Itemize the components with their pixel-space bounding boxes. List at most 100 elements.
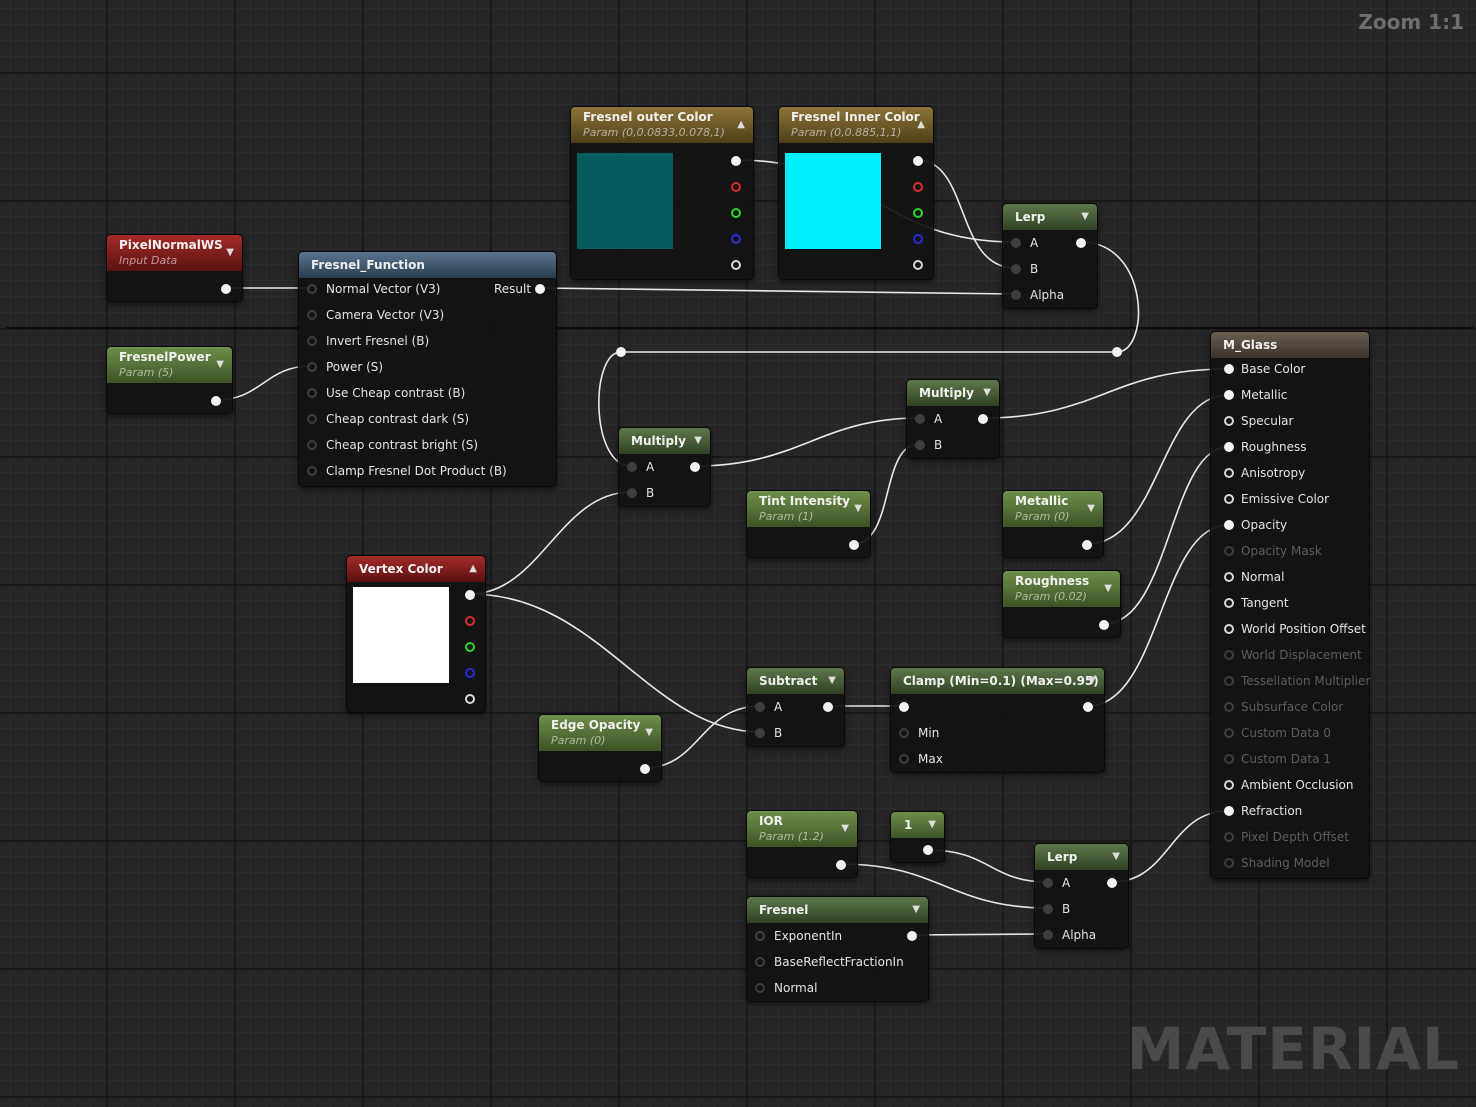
node-header[interactable]: Lerp ▼ — [1035, 844, 1128, 870]
output-pin-b[interactable] — [465, 668, 475, 678]
output-pin[interactable] — [535, 284, 545, 294]
output-pin-g[interactable] — [913, 208, 923, 218]
collapse-chevron-icon[interactable]: ▼ — [854, 504, 862, 514]
input-pin[interactable] — [307, 414, 317, 424]
input-pin[interactable] — [1224, 572, 1234, 582]
input-pin[interactable] — [755, 957, 765, 967]
node-header[interactable]: Fresnel Inner Color Param (0,0.885,1,1) … — [779, 107, 933, 143]
output-pin[interactable] — [640, 764, 650, 774]
node-header[interactable]: PixelNormalWS Input Data ▼ — [107, 235, 242, 271]
node-multiply-left[interactable]: Multiply ▼ A B — [618, 427, 711, 507]
output-pin-a[interactable] — [913, 260, 923, 270]
input-pin[interactable] — [1043, 878, 1053, 888]
node-header[interactable]: FresnelPower Param (5) ▼ — [107, 347, 232, 383]
node-edge-opacity[interactable]: Edge Opacity Param (0) ▼ — [538, 714, 662, 782]
input-pin[interactable] — [307, 310, 317, 320]
node-roughness[interactable]: Roughness Param (0.02) ▼ — [1002, 570, 1121, 638]
node-multiply-right[interactable]: Multiply ▼ A B — [906, 379, 1000, 459]
output-pin[interactable] — [1082, 540, 1092, 550]
node-header[interactable]: Lerp ▼ — [1003, 204, 1097, 230]
input-pin[interactable] — [307, 362, 317, 372]
collapse-chevron-icon[interactable]: ▼ — [912, 905, 920, 915]
node-header[interactable]: Fresnel_Function — [299, 252, 556, 278]
node-header[interactable]: Multiply ▼ — [907, 380, 999, 406]
input-pin[interactable] — [899, 754, 909, 764]
node-header[interactable]: Multiply ▼ — [619, 428, 710, 454]
input-pin[interactable] — [755, 702, 765, 712]
node-header[interactable]: Tint Intensity Param (1) ▼ — [747, 491, 870, 527]
input-pin[interactable] — [1224, 520, 1234, 530]
node-ior[interactable]: IOR Param (1.2) ▼ — [746, 810, 858, 878]
input-pin[interactable] — [1224, 780, 1234, 790]
input-pin[interactable] — [307, 440, 317, 450]
collapse-chevron-icon[interactable]: ▼ — [1104, 584, 1112, 594]
color-swatch[interactable] — [785, 153, 881, 249]
node-header[interactable]: Fresnel outer Color Param (0,0.0833,0.07… — [571, 107, 753, 143]
input-pin[interactable] — [1043, 904, 1053, 914]
node-header[interactable]: Fresnel ▼ — [747, 897, 928, 923]
node-clamp[interactable]: Clamp (Min=0.1) (Max=0.95) ▼ Min Max — [890, 667, 1105, 773]
input-pin[interactable] — [1224, 468, 1234, 478]
node-header[interactable]: Vertex Color ▲ — [347, 556, 485, 582]
input-pin[interactable] — [1011, 290, 1021, 300]
input-pin[interactable] — [1224, 416, 1234, 426]
collapse-chevron-icon[interactable]: ▼ — [694, 436, 702, 446]
input-pin[interactable] — [1224, 806, 1234, 816]
output-pin[interactable] — [907, 931, 917, 941]
collapse-chevron-icon[interactable]: ▼ — [841, 824, 849, 834]
input-pin[interactable] — [755, 728, 765, 738]
node-header[interactable]: IOR Param (1.2) ▼ — [747, 811, 857, 847]
input-pin[interactable] — [1011, 238, 1021, 248]
input-pin[interactable] — [307, 284, 317, 294]
input-pin[interactable] — [627, 488, 637, 498]
output-pin[interactable] — [823, 702, 833, 712]
collapse-chevron-icon[interactable]: ▼ — [1112, 852, 1120, 862]
node-fresnel-function[interactable]: Fresnel_Function Normal Vector (V3) Came… — [298, 251, 557, 487]
input-pin[interactable] — [307, 336, 317, 346]
expand-chevron-icon[interactable]: ▲ — [469, 564, 477, 574]
collapse-chevron-icon[interactable]: ▼ — [1088, 676, 1096, 686]
output-pin-rgb[interactable] — [913, 156, 923, 166]
input-pin[interactable] — [1224, 442, 1234, 452]
node-header[interactable]: Clamp (Min=0.1) (Max=0.95) ▼ — [891, 668, 1104, 694]
input-pin[interactable] — [307, 466, 317, 476]
output-pin[interactable] — [690, 462, 700, 472]
collapse-chevron-icon[interactable]: ▼ — [983, 388, 991, 398]
input-pin[interactable] — [915, 440, 925, 450]
output-pin[interactable] — [1107, 878, 1117, 888]
output-pin-r[interactable] — [465, 616, 475, 626]
input-pin[interactable] — [1224, 624, 1234, 634]
output-pin-r[interactable] — [731, 182, 741, 192]
node-fresnel[interactable]: Fresnel ▼ ExponentIn BaseReflectFraction… — [746, 896, 929, 1002]
collapse-chevron-icon[interactable]: ▼ — [1087, 504, 1095, 514]
input-pin[interactable] — [307, 388, 317, 398]
input-pin[interactable] — [1224, 364, 1234, 374]
node-fresnel-outer-color[interactable]: Fresnel outer Color Param (0,0.0833,0.07… — [570, 106, 754, 280]
node-fresnel-inner-color[interactable]: Fresnel Inner Color Param (0,0.885,1,1) … — [778, 106, 934, 280]
expand-chevron-icon[interactable]: ▲ — [917, 120, 925, 130]
color-swatch[interactable] — [577, 153, 673, 249]
output-pin-rgb[interactable] — [465, 590, 475, 600]
output-pin-r[interactable] — [913, 182, 923, 192]
collapse-chevron-icon[interactable]: ▼ — [1081, 212, 1089, 222]
collapse-chevron-icon[interactable]: ▼ — [828, 676, 836, 686]
node-lerp-bottom[interactable]: Lerp ▼ A B Alpha — [1034, 843, 1129, 949]
node-header[interactable]: Roughness Param (0.02) ▼ — [1003, 571, 1120, 607]
node-header[interactable]: Edge Opacity Param (0) ▼ — [539, 715, 661, 751]
node-fresnel-power[interactable]: FresnelPower Param (5) ▼ — [106, 346, 233, 414]
output-pin-a[interactable] — [731, 260, 741, 270]
input-pin[interactable] — [755, 983, 765, 993]
input-pin[interactable] — [1011, 264, 1021, 274]
node-header[interactable]: Metallic Param (0) ▼ — [1003, 491, 1103, 527]
output-pin[interactable] — [849, 540, 859, 550]
output-pin[interactable] — [978, 414, 988, 424]
output-pin-b[interactable] — [913, 234, 923, 244]
collapse-chevron-icon[interactable]: ▼ — [216, 360, 224, 370]
output-pin[interactable] — [1099, 620, 1109, 630]
input-pin[interactable] — [1224, 598, 1234, 608]
output-pin-b[interactable] — [731, 234, 741, 244]
node-metallic[interactable]: Metallic Param (0) ▼ — [1002, 490, 1104, 558]
output-pin[interactable] — [836, 860, 846, 870]
output-pin[interactable] — [1083, 702, 1093, 712]
input-pin[interactable] — [915, 414, 925, 424]
